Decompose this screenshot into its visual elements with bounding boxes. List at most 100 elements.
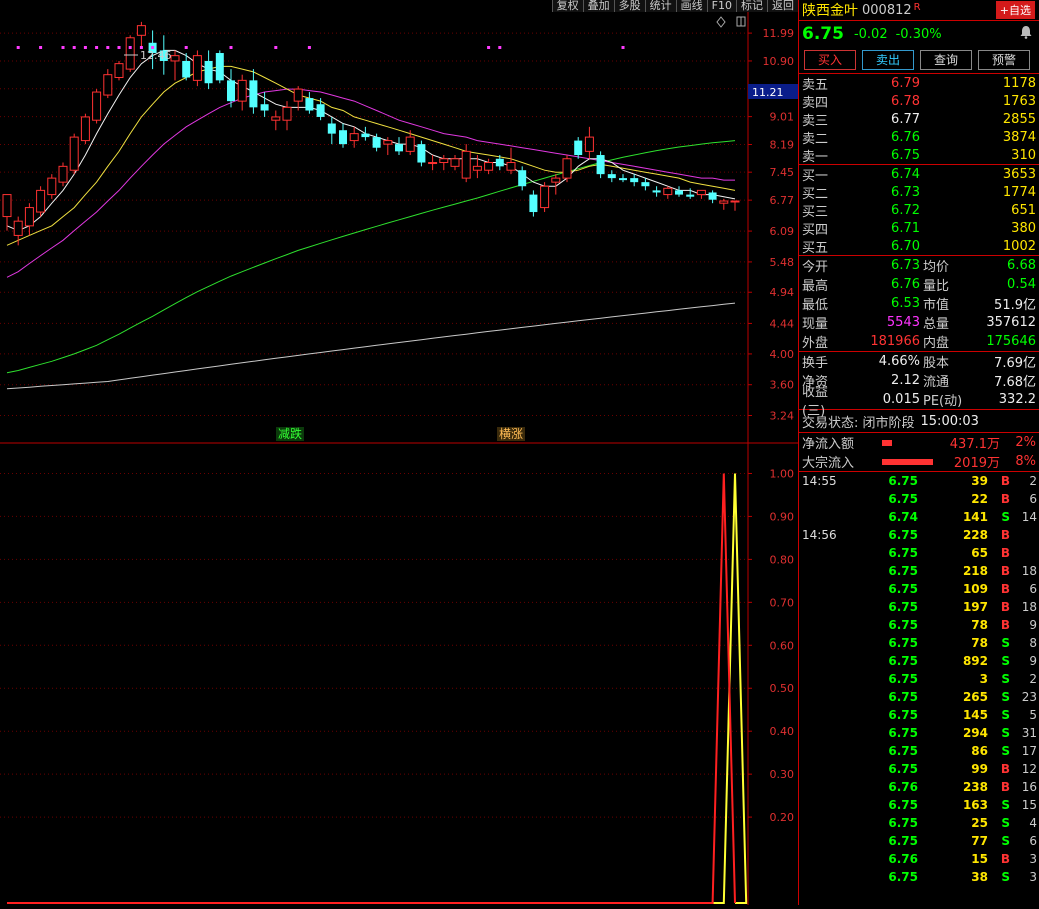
price-tick-label: 7.45 [770, 166, 795, 179]
order-price: 6.77 [891, 111, 920, 127]
tick-row: 6.75 78 S 8 [799, 634, 1039, 652]
buy-order-row[interactable]: 买四 6.71 380 [799, 219, 1039, 238]
candle-body [215, 53, 224, 81]
price-tick-label: 8.19 [770, 138, 795, 151]
tick-price: 6.75 [888, 528, 918, 542]
sell-order-row[interactable]: 卖四 6.78 1763 [799, 92, 1039, 111]
tick-row: 6.75 3 S 2 [799, 670, 1039, 688]
candle [506, 147, 516, 175]
candle [339, 123, 347, 148]
order-price: 6.75 [891, 147, 920, 163]
alert-button[interactable]: 预警 [978, 50, 1030, 70]
price-row: 6.75 -0.02 -0.30% [799, 21, 1039, 47]
candle-body [136, 25, 146, 36]
candle-body [652, 190, 661, 193]
toolbar-multi-stock[interactable]: 多股 [613, 0, 645, 12]
toolbar-mark[interactable]: 标记 [736, 0, 767, 12]
candle [114, 60, 124, 81]
tick-price: 6.75 [888, 708, 918, 722]
flow-row: 净流入额 437.1万 2% [799, 433, 1039, 452]
high-marker-label: 12.46 [140, 49, 172, 62]
candle [80, 113, 90, 145]
tick-row: 14:56 6.75 228 B [799, 526, 1039, 544]
diamond-icon[interactable] [716, 16, 726, 28]
tick-volume: 86 [971, 744, 988, 758]
tick-list[interactable]: 14:55 6.75 39 B 2 6.75 22 B 6 6.74 141 S 14 14:56 6.75… [799, 472, 1039, 886]
tick-row: 6.75 294 S 31 [799, 724, 1039, 742]
toolbar-restore-rights[interactable]: 复权 [551, 0, 583, 12]
bell-icon[interactable] [1019, 25, 1033, 43]
chart-settings-icon[interactable] [736, 16, 746, 27]
candle-body [562, 158, 572, 179]
order-volume: 310 [1011, 147, 1036, 163]
tick-side: B [1000, 582, 1010, 596]
signal-dot [621, 46, 625, 49]
price-tick-label: 6.09 [770, 225, 795, 238]
stock-flag: R [913, 1, 921, 13]
chart-area[interactable]: 11.9910.909.919.018.197.456.776.095.484.… [0, 0, 798, 905]
buy-order-row[interactable]: 买一 6.74 3653 [799, 165, 1039, 184]
candle-body [495, 158, 504, 167]
stats-block-2: 换手 4.66% 股本 7.69亿 净资 2.12 流通 7.68亿 收益(三) 0.015 PE(… [799, 352, 1039, 419]
tick-volume: 77 [971, 834, 988, 848]
toolbar-draw-line[interactable]: 画线 [675, 0, 707, 12]
toolbar-f10[interactable]: F10 [706, 0, 736, 12]
add-watchlist-button[interactable]: +自选 [995, 1, 1035, 19]
kline-chart[interactable]: 11.9910.909.919.018.197.456.776.095.484.… [0, 0, 798, 905]
toolbar-back[interactable]: 返回 [767, 0, 798, 12]
candle-body [339, 130, 347, 145]
tick-price: 6.75 [888, 798, 918, 812]
candle-body [506, 162, 516, 171]
stat-label: 最高 [802, 279, 829, 294]
candle-body [114, 63, 124, 79]
signal-dot [229, 46, 233, 49]
tick-count: 4 [1029, 816, 1037, 830]
price-tick-label: 3.24 [770, 410, 795, 423]
toolbar-overlay[interactable]: 叠加 [582, 0, 614, 12]
candle-body [227, 80, 235, 102]
buy-order-row[interactable]: 买五 6.70 1002 [799, 237, 1039, 256]
tick-row: 6.75 197 B 18 [799, 598, 1039, 616]
candle-body [361, 133, 370, 138]
tick-side: S [1001, 510, 1010, 524]
stat-value: 0.015 [882, 392, 920, 407]
sell-button[interactable]: 卖出 [862, 50, 914, 70]
candle-body [170, 55, 180, 62]
candle-body [574, 140, 583, 156]
candle [170, 50, 180, 81]
signal-dot [16, 46, 20, 49]
candle-body [675, 190, 683, 195]
candle-body [182, 60, 191, 78]
stat-label: 市值 [923, 298, 950, 313]
indicator-panel: 1.00 0.90 0.80 0.70 0.60 0.50 0.40 0.30 0.20 [0, 467, 794, 904]
flow-pct: 8% [1015, 454, 1036, 469]
candle-body [719, 200, 729, 204]
tick-volume: 228 [962, 528, 988, 542]
tick-side: S [1001, 798, 1010, 812]
tick-count: 23 [1021, 690, 1037, 704]
tick-count: 5 [1029, 708, 1037, 722]
candle [529, 190, 538, 217]
tick-row: 6.75 109 B 6 [799, 580, 1039, 598]
sell-order-row[interactable]: 卖一 6.75 310 [799, 146, 1039, 165]
buy-order-row[interactable]: 买三 6.72 651 [799, 201, 1039, 220]
tick-volume: 163 [962, 798, 988, 812]
tick-price: 6.75 [888, 582, 918, 596]
tick-count: 17 [1021, 744, 1037, 758]
order-label: 卖一 [802, 149, 829, 165]
toolbar-statistics[interactable]: 统计 [644, 0, 676, 12]
candle-body [204, 60, 213, 84]
candle-body [383, 140, 393, 145]
candle [428, 155, 438, 171]
buy-order-row[interactable]: 买二 6.73 1774 [799, 183, 1039, 202]
candle [596, 151, 605, 179]
candle-body [540, 185, 550, 209]
sell-order-row[interactable]: 卖二 6.76 3874 [799, 128, 1039, 147]
sell-order-row[interactable]: 卖五 6.79 1178 [799, 74, 1039, 93]
query-button[interactable]: 查询 [920, 50, 972, 70]
signal-rise-label: 横涨 [499, 426, 523, 441]
sell-order-row[interactable]: 卖三 6.77 2855 [799, 110, 1039, 129]
tick-count: 31 [1021, 726, 1037, 740]
candle [562, 155, 572, 183]
buy-button[interactable]: 买入 [804, 50, 856, 70]
